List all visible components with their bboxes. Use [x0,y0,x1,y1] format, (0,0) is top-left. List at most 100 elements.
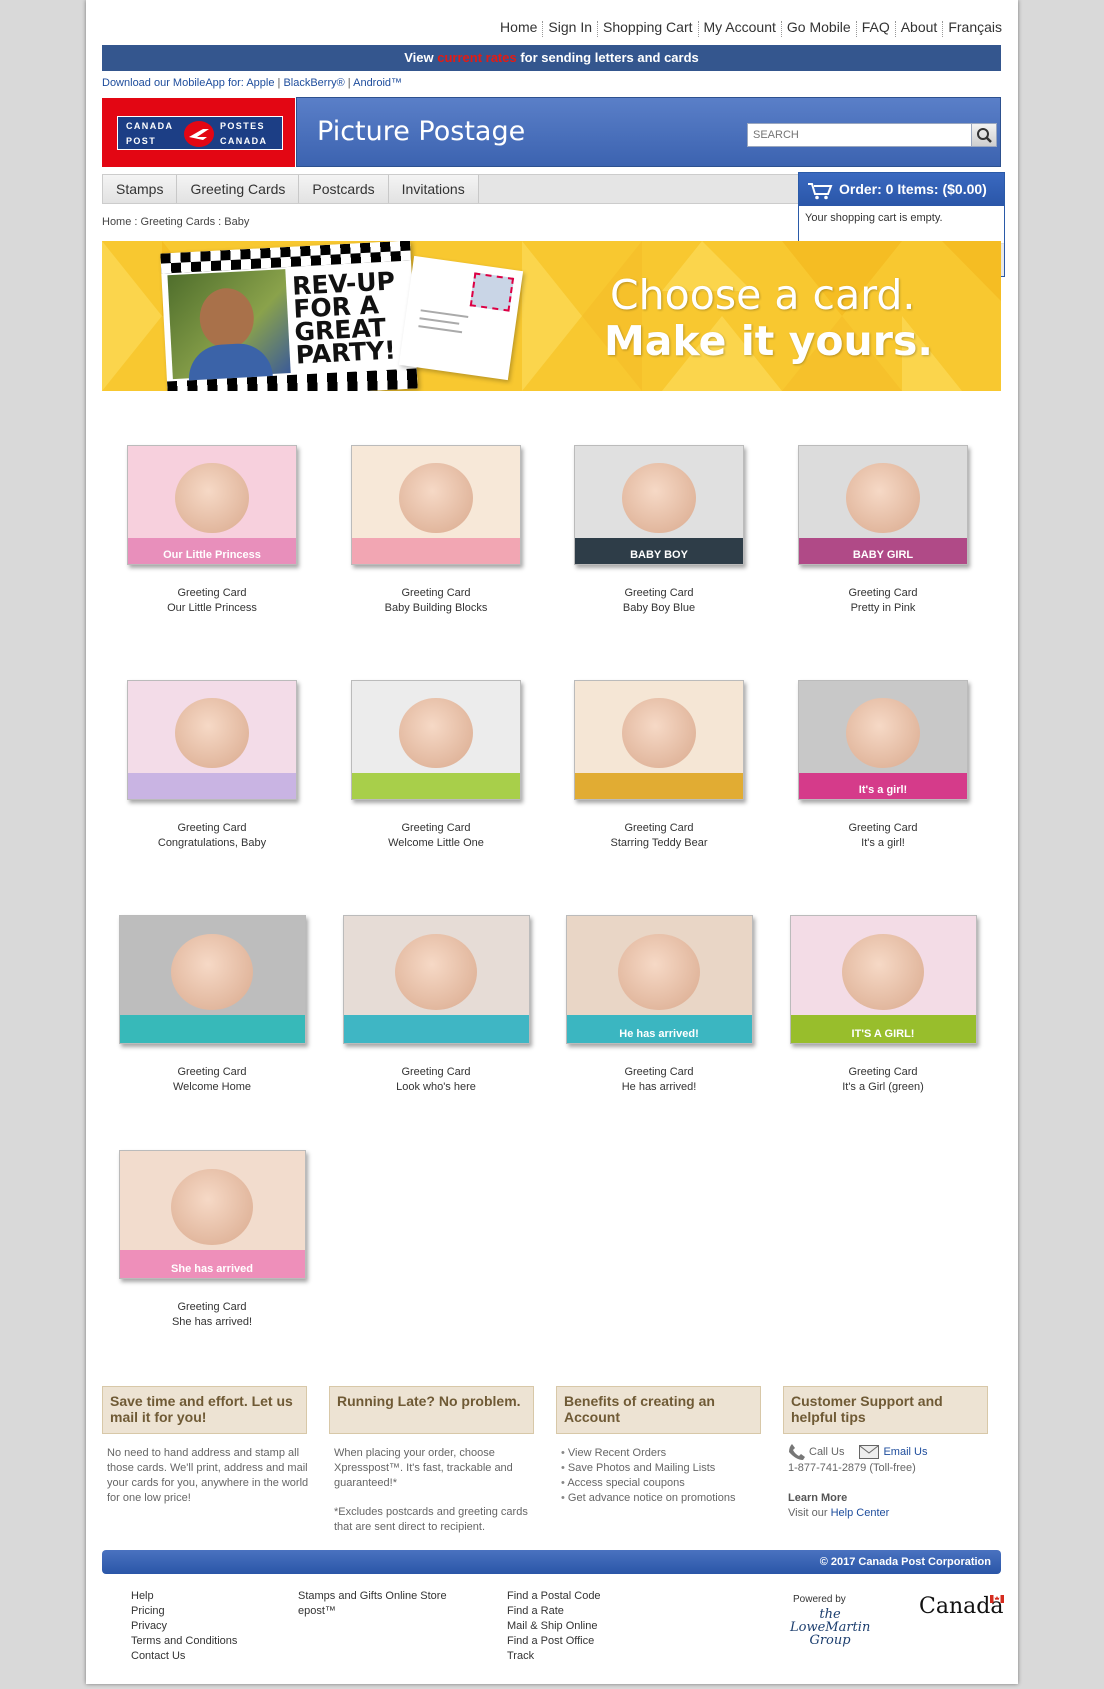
product-name[interactable]: Look who's here [318,1081,554,1093]
tab-greeting-cards[interactable]: Greeting Cards [177,175,300,203]
copyright-bar: © 2017 Canada Post Corporation [102,1550,1001,1574]
nav-go-mobile[interactable]: Go Mobile [783,19,855,37]
baby-photo [175,462,249,534]
product-thumbnail[interactable]: BABY GIRL [798,445,968,565]
nav-faq[interactable]: FAQ [858,19,894,37]
product-type: Greeting Card [848,587,918,599]
product-thumbnail[interactable] [574,680,744,800]
search-input[interactable] [748,124,966,146]
product-name[interactable]: Pretty in Pink [773,602,993,614]
product-card[interactable]: Greeting Card Look who's here [318,915,554,1093]
help-center-link[interactable]: Help Center [831,1507,890,1519]
footer-link[interactable]: Help [131,1589,237,1604]
footer-link[interactable]: Find a Rate [507,1604,601,1619]
promo-banner[interactable]: REV-UP FOR A GREAT PARTY! Choose a card.… [102,241,1001,391]
blackberry-link[interactable]: BlackBerry® [283,77,344,89]
product-name[interactable]: Starring Teddy Bear [549,837,769,849]
product-card[interactable]: He has arrived! Greeting Card He has arriv… [541,915,777,1093]
product-name[interactable]: Baby Building Blocks [326,602,546,614]
product-name[interactable]: It's a girl! [773,837,993,849]
product-card[interactable]: It's a girl! Greeting Card It's a girl! [773,680,993,849]
tab-postcards[interactable]: Postcards [299,175,389,203]
site-title: Picture Postage [317,116,526,147]
footer-link[interactable]: Privacy [131,1619,237,1634]
product-name[interactable]: Baby Boy Blue [549,602,769,614]
product-thumbnail[interactable] [118,915,306,1044]
footer-col-tools: Find a Postal Code Find a Rate Mail & Sh… [507,1589,601,1664]
product-type: Greeting Card [177,587,247,599]
product-card[interactable]: Greeting Card Starring Teddy Bear [549,680,769,849]
nav-francais[interactable]: Français [944,19,1002,37]
footer-col-store: Stamps and Gifts Online Store epost™ [298,1589,447,1619]
footer-col-help: Help Pricing Privacy Terms and Condition… [131,1589,237,1664]
product-thumbnail[interactable]: He has arrived! [565,915,753,1044]
footer-link[interactable]: Terms and Conditions [131,1634,237,1649]
product-type: Greeting Card [848,822,918,834]
footer-link[interactable]: Mail & Ship Online [507,1619,601,1634]
product-thumbnail[interactable] [351,445,521,565]
banner-card-text: REV-UP FOR A GREAT PARTY! [291,266,397,370]
product-card[interactable]: Greeting Card Baby Building Blocks [326,445,546,614]
nav-shopping-cart[interactable]: Shopping Cart [599,19,697,37]
call-us-link[interactable]: Call Us [809,1445,844,1460]
category-tabs: Stamps Greeting Cards Postcards Invitati… [102,174,819,204]
powered-by-label: Powered by [793,1594,846,1605]
product-card[interactable]: BABY BOY Greeting Card Baby Boy Blue [549,445,769,614]
product-card[interactable]: IT'S A GIRL! Greeting Card It's a Girl (gr… [765,915,1001,1093]
cart-title: Order: 0 Items: ($0.00) [839,181,987,197]
footer-link[interactable]: Find a Postal Code [507,1589,601,1604]
product-card[interactable]: She has arrived Greeting Card She has arri… [94,1150,330,1328]
visit-text: Visit our [788,1507,831,1519]
footer-link[interactable]: Stamps and Gifts Online Store [298,1589,447,1604]
rates-bar: View current rates for sending letters a… [102,45,1001,71]
lowemartin-logo[interactable]: the LoweMartin Group [790,1608,870,1658]
product-name[interactable]: It's a Girl (green) [765,1081,1001,1093]
nav-home[interactable]: Home [496,19,541,37]
email-us-link[interactable]: Email Us [883,1445,927,1460]
product-name[interactable]: Welcome Home [94,1081,330,1093]
product-card[interactable]: Greeting Card Welcome Little One [326,680,546,849]
android-link[interactable]: Android™ [353,77,402,89]
nav-about[interactable]: About [897,19,942,37]
footer-link[interactable]: Contact Us [131,1649,237,1664]
product-name[interactable]: He has arrived! [541,1081,777,1093]
rates-prefix: View [404,50,438,65]
product-thumbnail[interactable] [342,915,530,1044]
product-name[interactable]: Congratulations, Baby [102,837,322,849]
cart-header[interactable]: Order: 0 Items: ($0.00) [799,173,1004,206]
product-card[interactable]: BABY GIRL Greeting Card Pretty in Pink [773,445,993,614]
tab-stamps[interactable]: Stamps [103,175,178,203]
footer-link[interactable]: Track [507,1649,601,1664]
product-thumbnail[interactable]: Our Little Princess [127,445,297,565]
search-button[interactable] [971,124,996,146]
product-card[interactable]: Greeting Card Congratulations, Baby [102,680,322,849]
product-thumbnail[interactable]: BABY BOY [574,445,744,565]
product-thumbnail[interactable] [127,680,297,800]
tab-invitations[interactable]: Invitations [388,175,479,203]
product-thumbnail[interactable]: She has arrived [118,1150,306,1279]
canada-wordmark: Canada [919,1594,1005,1619]
product-name[interactable]: Welcome Little One [326,837,546,849]
canada-post-logo[interactable]: CANADA POSTES POST CANADA [102,98,295,167]
footer-link[interactable]: Find a Post Office [507,1634,601,1649]
baby-photo [171,1168,253,1245]
footer-link[interactable]: Pricing [131,1604,237,1619]
product-card[interactable]: Our Little Princess Greeting Card Our Litt… [102,445,322,614]
running-late-text: When placing your order, choose Xpresspo… [334,1447,513,1489]
product-type: Greeting Card [401,587,471,599]
card-caption: BABY GIRL [852,549,914,561]
product-card[interactable]: Greeting Card Welcome Home [94,915,330,1093]
customer-support-info: Call Us Email Us 1-877-741-2879 (Toll-fr… [788,1443,998,1521]
footer-link[interactable]: epost™ [298,1604,447,1619]
product-thumbnail[interactable]: IT'S A GIRL! [789,915,977,1044]
product-name[interactable]: Our Little Princess [102,602,322,614]
current-rates-link[interactable]: current rates [437,50,516,65]
product-thumbnail[interactable]: It's a girl! [798,680,968,800]
nav-my-account[interactable]: My Account [700,19,780,37]
rates-suffix: for sending letters and cards [516,50,699,65]
apple-link[interactable]: Apple [246,77,274,89]
eagle-wing-icon [184,121,214,147]
product-name[interactable]: She has arrived! [94,1316,330,1328]
nav-sign-in[interactable]: Sign In [544,19,596,37]
product-thumbnail[interactable] [351,680,521,800]
